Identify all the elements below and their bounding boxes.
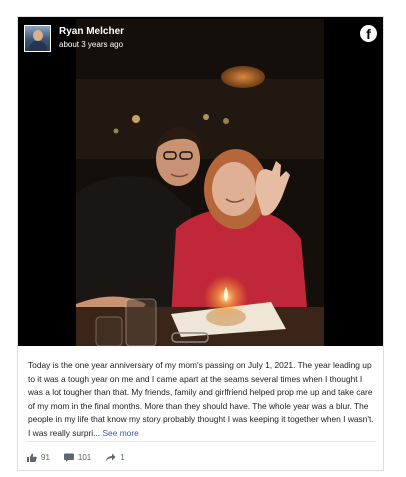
avatar-head <box>33 29 43 41</box>
photo-illustration <box>76 19 324 346</box>
share-stat[interactable]: 1 <box>105 452 125 462</box>
post-timestamp[interactable]: about 3 years ago <box>59 38 124 51</box>
author-block: Ryan Melcher about 3 years ago <box>59 25 124 51</box>
comment-stat[interactable]: 101 <box>63 452 92 462</box>
engagement-stats: 91 101 1 <box>27 450 139 464</box>
post-card: Ryan Melcher about 3 years ago f Today i… <box>17 16 384 471</box>
post-text: Today is the one year anniversary of my … <box>28 359 378 441</box>
like-stat[interactable]: 91 <box>27 453 50 462</box>
author-name[interactable]: Ryan Melcher <box>59 25 124 38</box>
avatar-body <box>29 40 47 51</box>
comment-icon <box>63 453 74 462</box>
share-icon <box>105 453 116 461</box>
post-photo[interactable] <box>76 19 324 346</box>
post-header: Ryan Melcher about 3 years ago f <box>24 22 379 54</box>
see-more-link[interactable]: See more <box>102 428 138 438</box>
share-count: 1 <box>120 452 125 462</box>
like-count: 91 <box>41 452 50 462</box>
avatar[interactable] <box>24 24 51 52</box>
post-text-body: Today is the one year anniversary of my … <box>28 360 374 438</box>
thumbs-up-icon <box>27 453 37 462</box>
facebook-icon[interactable]: f <box>360 25 377 42</box>
comment-count: 101 <box>77 452 92 462</box>
divider <box>26 441 375 442</box>
post-media[interactable]: Ryan Melcher about 3 years ago f <box>18 17 383 346</box>
